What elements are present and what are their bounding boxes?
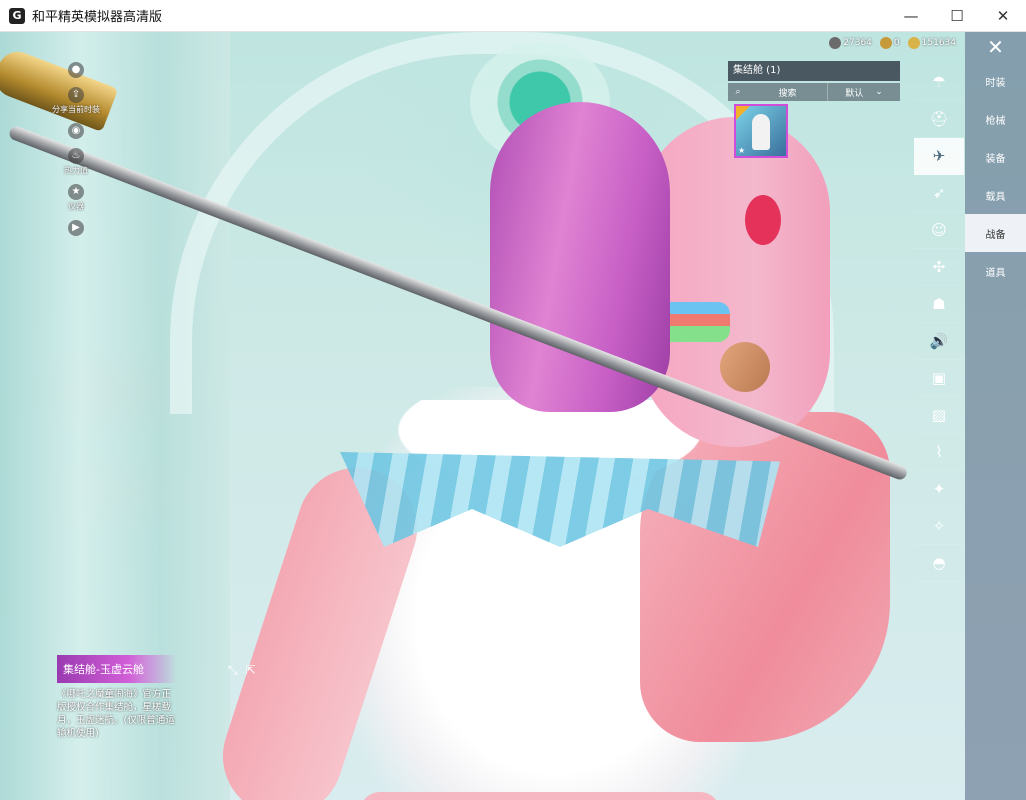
tab-vehicles[interactable]: 载具	[965, 176, 1026, 214]
minimize-button[interactable]: —	[888, 0, 934, 31]
tool-badge[interactable]: ★ 仪器	[60, 184, 92, 212]
currency-token: 0	[879, 37, 900, 49]
item-actions: ⤡ ⇱	[228, 663, 256, 678]
export-icon[interactable]: ⇱	[246, 663, 256, 678]
gold-icon	[907, 37, 920, 49]
tool-label: 热力值	[64, 166, 88, 175]
eye-icon: ◉	[68, 123, 84, 139]
rail-spray[interactable]: ⌇	[914, 434, 964, 471]
wand-icon: ✧	[932, 517, 946, 535]
tab-equipment[interactable]: 装备	[965, 138, 1026, 176]
close-icon[interactable]: ✕	[965, 32, 1026, 62]
tool-video[interactable]: ▶	[60, 220, 92, 237]
tool-eye[interactable]: ◉	[60, 123, 92, 140]
robot-icon: ☗	[932, 295, 946, 313]
currency-bar: 27364 0 151634	[829, 37, 956, 49]
coin-icon	[829, 37, 842, 49]
video-icon: ▶	[68, 220, 84, 236]
rail-helmet[interactable]: ⛑	[914, 101, 964, 138]
pod-icon: ◓	[932, 554, 946, 572]
tool-heat[interactable]: ♨ 热力值	[60, 148, 92, 176]
emote-icon: ☺	[931, 221, 947, 239]
spray-icon: ⌇	[935, 443, 943, 461]
character-beak	[720, 342, 770, 392]
title-bar: G 和平精英模拟器高清版 — ☐ ✕	[0, 0, 1026, 32]
panel-title: 集结舱 (1)	[728, 61, 900, 81]
search-placeholder: 搜索	[778, 88, 797, 99]
search-input[interactable]: ⌕ 搜索	[728, 83, 828, 101]
sort-label: 默认	[845, 88, 864, 99]
fullscreen-icon[interactable]: ⤡	[228, 663, 238, 678]
window-title: 和平精英模拟器高清版	[32, 10, 163, 25]
rail-picture[interactable]: ▨	[914, 397, 964, 434]
chevron-down-icon: ⌄	[875, 87, 883, 97]
rail-box[interactable]: ▣	[914, 360, 964, 397]
currency-value: 0	[893, 38, 900, 48]
close-window-button[interactable]: ✕	[980, 0, 1026, 31]
maximize-button[interactable]: ☐	[934, 0, 980, 31]
tool-label: 分享当前时装	[52, 105, 100, 114]
picture-icon: ▨	[931, 406, 947, 424]
parachute-icon: ☂	[932, 73, 946, 91]
sort-dropdown[interactable]: 默认 ⌄	[828, 83, 900, 101]
tab-fashion[interactable]: 时装	[965, 62, 1026, 100]
tab-battle-gear[interactable]: 战备	[965, 214, 1026, 252]
rail-sound[interactable]: 🔊	[914, 323, 964, 360]
category-icon-rail: ☂ ⛑ ✈ ➶ ☺ ✣ ☗ 🔊 ▣ ▨ ⌇ ✦ ✧ ◓	[914, 64, 964, 582]
item-panel: 集结舱 (1) ⌕ 搜索 默认 ⌄ ★	[728, 61, 900, 161]
share-icon: ⇪	[68, 87, 84, 103]
rail-sparkle[interactable]: ✦	[914, 471, 964, 508]
sparkle-icon: ✦	[932, 480, 946, 498]
sound-icon: 🔊	[929, 332, 949, 350]
currency-value: 151634	[921, 38, 956, 48]
item-info: 集结舱-玉虚云舱 《哪吒之魔童闹海》官方正版授权合作集结舱，星槎载月，玉虚迷航。…	[57, 655, 177, 740]
left-toolbar: ● ⇪ 分享当前时装 ◉ ♨ 热力值 ★ 仪器 ▶	[52, 62, 100, 245]
tool-camera[interactable]: ●	[60, 62, 92, 79]
rail-parachute[interactable]: ☂	[914, 64, 964, 101]
camera-icon: ●	[68, 62, 84, 78]
rail-plane[interactable]: ✈	[914, 138, 964, 175]
box-icon: ▣	[931, 369, 947, 387]
tab-weapons[interactable]: 枪械	[965, 100, 1026, 138]
item-name: 集结舱-玉虚云舱	[57, 655, 177, 683]
rail-emote[interactable]: ☺	[914, 212, 964, 249]
tool-share[interactable]: ⇪ 分享当前时装	[52, 87, 100, 115]
star-icon: ★	[738, 146, 746, 155]
search-icon: ⌕	[735, 87, 741, 97]
character-ornament	[745, 195, 781, 245]
glider-icon: ➶	[932, 184, 946, 202]
fire-icon: ♨	[68, 148, 84, 164]
drone-icon: ✣	[932, 258, 946, 276]
category-tabs: ✕ 时装 枪械 装备 载具 战备 道具	[965, 32, 1026, 800]
tab-items[interactable]: 道具	[965, 252, 1026, 290]
badge-icon: ★	[68, 184, 84, 200]
character-apron	[360, 792, 720, 800]
rail-robot[interactable]: ☗	[914, 286, 964, 323]
rail-pod[interactable]: ◓	[914, 545, 964, 582]
currency-value: 27364	[843, 38, 872, 48]
tool-label: 仪器	[68, 202, 84, 211]
panel-toolbar: ⌕ 搜索 默认 ⌄	[728, 83, 900, 101]
plane-icon: ✈	[932, 147, 946, 165]
helmet-icon: ⛑	[929, 110, 949, 128]
item-figure	[752, 114, 770, 150]
app-logo-icon: G	[9, 7, 25, 24]
token-icon	[879, 37, 892, 49]
item-description: 《哪吒之魔童闹海》官方正版授权合作集结舱，星槎载月，玉虚迷航。(仅限普通运输机使…	[57, 689, 175, 739]
rail-drone[interactable]: ✣	[914, 249, 964, 286]
rail-glider[interactable]: ➶	[914, 175, 964, 212]
equipped-tag-icon	[736, 106, 750, 120]
currency-gold: 151634	[907, 37, 956, 49]
item-thumbnail[interactable]: ★	[734, 104, 788, 158]
currency-coin: 27364	[829, 37, 872, 49]
rail-wand[interactable]: ✧	[914, 508, 964, 545]
